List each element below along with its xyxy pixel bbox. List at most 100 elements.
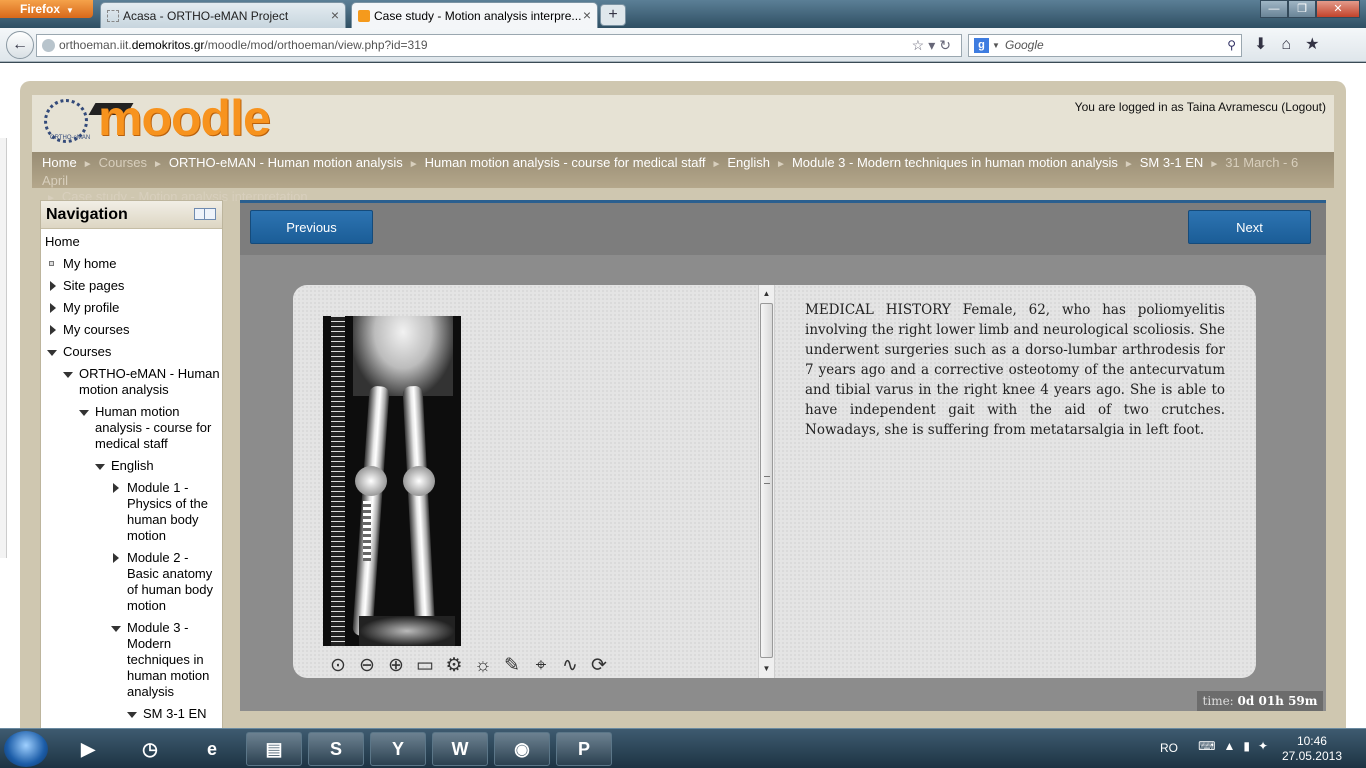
firefox-icon[interactable]: ◉	[494, 732, 550, 766]
settings-icon[interactable]: ⚙	[443, 655, 465, 677]
nav-item-home[interactable]: Home	[45, 234, 80, 250]
sync-icon[interactable]: ✦	[1258, 739, 1276, 753]
scroll-down-icon[interactable]: ▼	[759, 662, 774, 676]
browser-titlebar: Firefox ▼ Acasa - ORTHO-eMAN Project × Ca…	[0, 0, 1366, 28]
breadcrumb-sm31[interactable]: SM 3-1 EN	[1140, 155, 1204, 170]
bookmarks-icon[interactable]: ★	[1305, 36, 1333, 53]
curve-icon[interactable]: ∿	[559, 655, 581, 677]
media-player-icon[interactable]: ▶	[60, 732, 116, 766]
close-icon[interactable]: ×	[331, 7, 339, 23]
nav-item-ortho-course[interactable]: ORTHO-eMAN - Human motion analysis	[79, 366, 221, 398]
collapse-arrow-icon[interactable]	[111, 626, 121, 632]
reset-icon[interactable]: ⟳	[588, 655, 610, 677]
zoom-out-icon[interactable]: ⊖	[356, 655, 378, 677]
previous-button[interactable]: Previous	[250, 210, 373, 244]
clock-app-icon[interactable]: ◷	[122, 732, 178, 766]
breadcrumb-separator-icon: ►	[1123, 159, 1134, 170]
firefox-menu-button[interactable]: Firefox ▼	[0, 0, 93, 18]
skype-icon[interactable]: S	[308, 732, 364, 766]
expand-arrow-icon[interactable]	[113, 483, 119, 493]
expand-arrow-icon[interactable]	[50, 281, 56, 291]
reload-icon[interactable]: ↻	[939, 37, 955, 53]
network-icon[interactable]: ▮	[1243, 739, 1258, 753]
logo-wordmark: moodle	[98, 90, 271, 146]
scroll-up-icon[interactable]: ▲	[759, 287, 774, 301]
breadcrumb-hma-course[interactable]: Human motion analysis - course for medic…	[425, 155, 706, 170]
pen-icon[interactable]: ✎	[501, 655, 523, 677]
plus-icon: +	[608, 6, 618, 23]
zoom-actual-size-icon[interactable]: ⊙	[327, 655, 349, 677]
close-icon[interactable]: ×	[583, 7, 591, 23]
nav-item-my-profile[interactable]: My profile	[63, 300, 119, 316]
moodle-logo[interactable]: ORTHO-eMAN moodle	[44, 90, 294, 151]
download-icon[interactable]: ⬇	[1254, 36, 1281, 53]
tab-acasa[interactable]: Acasa - ORTHO-eMAN Project ×	[100, 2, 346, 28]
tab-case-study[interactable]: Case study - Motion analysis interpre...…	[351, 2, 598, 28]
collapse-arrow-icon[interactable]	[127, 712, 137, 718]
minimize-icon[interactable]: —	[1260, 0, 1288, 18]
image-scrollbar[interactable]: ▲ ▼	[758, 285, 775, 678]
zoom-in-icon[interactable]: ⊕	[385, 655, 407, 677]
chevron-down-icon[interactable]: ▼	[992, 35, 1000, 56]
powerpoint-icon[interactable]: P	[556, 732, 612, 766]
file-explorer-icon[interactable]: ▤	[246, 732, 302, 766]
nav-item-sm31[interactable]: SM 3-1 EN	[143, 706, 207, 722]
back-button[interactable]: ←	[6, 31, 34, 59]
scroll-thumb[interactable]	[760, 303, 773, 658]
clock[interactable]: 10:46 27.05.2013	[1282, 734, 1342, 764]
bookmark-star-icon[interactable]: ☆	[912, 37, 929, 53]
collapse-arrow-icon[interactable]	[63, 372, 73, 378]
breadcrumb-ortho-course[interactable]: ORTHO-eMAN - Human motion analysis	[169, 155, 403, 170]
breadcrumb-separator-icon: ►	[408, 159, 419, 170]
collapse-arrow-icon[interactable]	[95, 464, 105, 470]
expand-arrow-icon[interactable]	[50, 325, 56, 335]
window-close-icon[interactable]: ✕	[1316, 0, 1360, 18]
new-tab-button[interactable]: +	[600, 4, 626, 26]
breadcrumb-english[interactable]: English	[727, 155, 770, 170]
windows-taskbar: ▶ ◷ e ▤ S Y W ◉ P RO ⌨▲▮✦ 10:46 27.05.20…	[0, 728, 1366, 768]
nav-item-module2[interactable]: Module 2 - Basic anatomy of human body m…	[127, 550, 221, 614]
logout-link[interactable]: (Logout)	[1281, 100, 1326, 114]
nav-item-english[interactable]: English	[111, 458, 154, 474]
home-icon[interactable]: ⌂	[1281, 36, 1305, 53]
collapse-arrow-icon[interactable]	[79, 410, 89, 416]
toolbar-icons: ⬇⌂★	[1254, 34, 1333, 54]
xray-right-knee	[355, 466, 387, 496]
dock-block-icon[interactable]	[194, 208, 216, 220]
language-indicator[interactable]: RO	[1160, 741, 1178, 755]
fit-screen-icon[interactable]: ▭	[414, 655, 436, 677]
next-button[interactable]: Next	[1188, 210, 1311, 244]
nav-item-my-home[interactable]: My home	[63, 256, 116, 272]
expand-arrow-icon[interactable]	[113, 553, 119, 563]
login-info: You are logged in as Taina Avramescu (Lo…	[1075, 100, 1326, 114]
crosshair-icon[interactable]: ⌖	[530, 655, 552, 677]
search-icon[interactable]: ⚲	[1227, 35, 1236, 56]
nav-item-module1[interactable]: Module 1 - Physics of the human body mot…	[127, 480, 221, 544]
search-box[interactable]: g ▼ Google ⚲	[968, 34, 1242, 57]
nav-item-hma-course[interactable]: Human motion analysis - course for medic…	[95, 404, 219, 452]
internet-explorer-icon[interactable]: e	[184, 732, 240, 766]
expand-arrow-icon[interactable]	[50, 303, 56, 313]
yahoo-messenger-icon[interactable]: Y	[370, 732, 426, 766]
url-bar[interactable]: orthoeman.iit.demokritos.gr/moodle/mod/o…	[36, 34, 962, 57]
xray-implant-plate	[363, 501, 371, 561]
breadcrumb-separator-icon: ►	[776, 159, 786, 170]
seal-text: ORTHO-eMAN	[50, 135, 91, 141]
xray-image[interactable]	[323, 316, 461, 646]
user-name-link[interactable]: Taina Avramescu	[1187, 100, 1278, 114]
breadcrumb-home[interactable]: Home	[42, 155, 77, 170]
collapse-arrow-icon[interactable]	[47, 350, 57, 356]
maximize-icon[interactable]: ❐	[1288, 0, 1316, 18]
nav-item-module3[interactable]: Module 3 - Modern techniques in human mo…	[127, 620, 221, 700]
url-domain: demokritos.gr	[131, 38, 205, 52]
start-button[interactable]	[4, 731, 48, 767]
breadcrumb-module3[interactable]: Module 3 - Modern techniques in human mo…	[792, 155, 1118, 170]
history-dropdown-icon[interactable]: ▾	[928, 37, 939, 53]
nav-item-courses[interactable]: Courses	[63, 344, 111, 360]
keyboard-icon[interactable]: ⌨	[1198, 739, 1223, 753]
word-icon[interactable]: W	[432, 732, 488, 766]
show-hidden-icon[interactable]: ▲	[1223, 739, 1243, 753]
brightness-icon[interactable]: ☼	[472, 655, 494, 677]
nav-item-site-pages[interactable]: Site pages	[63, 278, 124, 294]
nav-item-my-courses[interactable]: My courses	[63, 322, 129, 338]
